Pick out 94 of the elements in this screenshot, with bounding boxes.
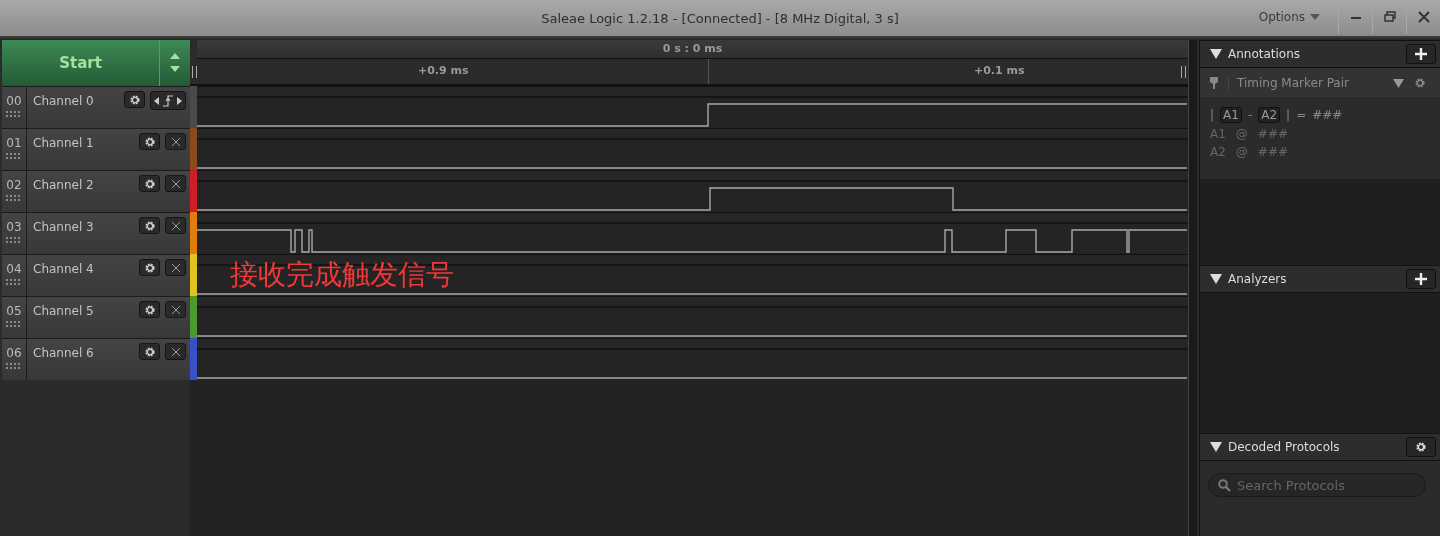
channel-number: 01: [6, 136, 22, 150]
formula-text: =: [1296, 108, 1307, 122]
options-menu[interactable]: Options: [1248, 0, 1330, 34]
marker-chip: A2: [1258, 107, 1281, 123]
left-arrow-icon[interactable]: [154, 96, 160, 105]
formula-text: |: [1210, 108, 1215, 122]
start-options-button[interactable]: [160, 40, 190, 86]
marker-value: ###: [1257, 127, 1288, 141]
settings-icon: [143, 177, 156, 190]
settings-icon: [143, 345, 156, 358]
at-sign: @: [1235, 127, 1248, 141]
formula-text: |: [1286, 108, 1291, 122]
channel-name[interactable]: Channel 4: [27, 255, 139, 296]
close-button[interactable]: [165, 175, 186, 192]
channel-name[interactable]: Channel 3: [27, 213, 139, 254]
close-icon: [170, 178, 181, 189]
settings-button[interactable]: [139, 133, 160, 150]
close-icon: [1417, 11, 1430, 23]
up-down-arrows-icon: [170, 52, 180, 74]
dropdown-icon[interactable]: [1393, 78, 1404, 88]
close-icon: [170, 136, 181, 147]
marker-value: ###: [1257, 145, 1288, 159]
plus-icon: [1415, 273, 1427, 285]
settings-icon: [1415, 441, 1427, 453]
search-field[interactable]: Search Protocols: [1208, 473, 1426, 497]
panel-title: Decoded Protocols: [1228, 440, 1341, 454]
grip-icon[interactable]: [6, 153, 22, 159]
formula-text: ###: [1312, 108, 1343, 122]
channel-number: 02: [6, 178, 22, 192]
start-button[interactable]: Start: [2, 40, 160, 86]
channel-name[interactable]: Channel 2: [27, 171, 139, 212]
time-label: 0 s : 0 ms: [662, 41, 723, 57]
settings-icon[interactable]: [1414, 77, 1426, 89]
plus-icon: [1415, 48, 1427, 60]
formula-text: -: [1247, 108, 1253, 122]
settings-button[interactable]: [139, 301, 160, 318]
trigger-selector[interactable]: [150, 91, 186, 110]
at-sign: @: [1235, 145, 1248, 159]
rising-edge-icon[interactable]: [163, 94, 173, 107]
grip-icon[interactable]: [6, 363, 22, 369]
grip-icon[interactable]: [6, 111, 22, 117]
channel-name[interactable]: Channel 5: [27, 297, 139, 338]
settings-button[interactable]: [139, 175, 160, 192]
channel-name[interactable]: Channel 1: [27, 129, 139, 170]
settings-icon: [143, 219, 156, 232]
settings-button[interactable]: [124, 91, 145, 108]
settings-button[interactable]: [139, 259, 160, 276]
settings-icon: [143, 261, 156, 274]
settings-icon: [143, 303, 156, 316]
close-button[interactable]: [165, 133, 186, 150]
panel-title: Annotations: [1228, 47, 1302, 61]
close-icon: [170, 262, 181, 273]
marker-label: A2: [1210, 145, 1226, 159]
grip-icon[interactable]: [6, 279, 22, 285]
settings-button[interactable]: [139, 217, 160, 234]
add-button[interactable]: [1406, 44, 1436, 64]
channel-number: 05: [6, 304, 22, 318]
restore-icon: [1383, 11, 1396, 23]
settings-button[interactable]: [139, 343, 160, 360]
close-icon: [170, 304, 181, 315]
panel-title: Analyzers: [1228, 272, 1288, 286]
close-button[interactable]: [165, 301, 186, 318]
channel-number: 04: [6, 262, 22, 276]
marker-type-selector[interactable]: Timing Marker Pair: [1228, 76, 1383, 90]
channel-name[interactable]: Channel 0: [27, 87, 124, 128]
close-button[interactable]: [165, 217, 186, 234]
add-button[interactable]: [1406, 269, 1436, 289]
grip-icon[interactable]: [6, 321, 22, 327]
grip-icon[interactable]: [6, 237, 22, 243]
channel-name[interactable]: Channel 6: [27, 339, 139, 380]
close-button[interactable]: [165, 343, 186, 360]
annotation-text: 接收完成触发信号: [230, 257, 454, 293]
tick-label: +0.9 ms: [418, 64, 469, 77]
close-icon: [170, 346, 181, 357]
pin-icon[interactable]: [1210, 77, 1218, 89]
channel-number: 03: [6, 220, 22, 234]
window-title: Saleae Logic 1.2.18 - [Connected] - [8 MHz Digital, 3 s]: [541, 10, 899, 26]
settings-button[interactable]: [1406, 437, 1436, 457]
tick-label: +0.1 ms: [974, 64, 1025, 77]
channel-number: 00: [6, 94, 22, 108]
settings-icon: [128, 93, 141, 106]
close-button[interactable]: [165, 259, 186, 276]
collapse-icon[interactable]: [1210, 442, 1222, 452]
grip-icon[interactable]: [6, 195, 22, 201]
channel-number: 06: [6, 346, 22, 360]
settings-icon: [143, 135, 156, 148]
collapse-icon[interactable]: [1210, 274, 1222, 284]
marker-label: A1: [1210, 127, 1226, 141]
marker-chip: A1: [1220, 107, 1242, 123]
caret-icon: [1310, 14, 1320, 20]
scrollbar[interactable]: [1188, 40, 1197, 536]
right-arrow-icon[interactable]: [176, 96, 182, 105]
collapse-icon[interactable]: [1210, 49, 1222, 59]
close-icon: [170, 220, 181, 231]
